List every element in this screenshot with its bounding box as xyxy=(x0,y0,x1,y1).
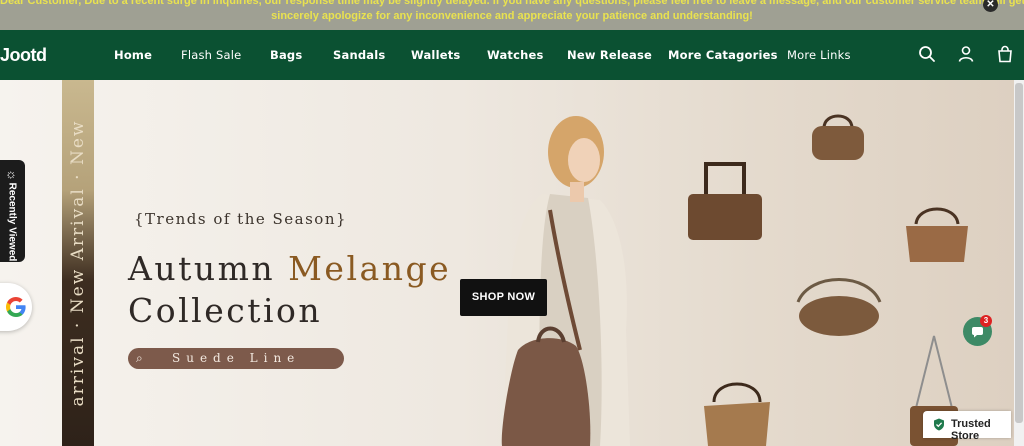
search-icon: ⌕ xyxy=(136,351,149,365)
headline-collection: Collection xyxy=(128,291,323,330)
announcement-line-1: Dear Customer, Due to a recent surge in … xyxy=(0,0,1024,7)
recently-viewed-tab[interactable]: ☼ Recently Viewed xyxy=(0,160,25,262)
chat-icon xyxy=(972,327,983,338)
shop-now-button[interactable]: SHOP NOW xyxy=(460,279,547,316)
nav-wallets[interactable]: Wallets xyxy=(411,48,460,62)
headline-melange: Melange xyxy=(288,249,452,288)
site-logo[interactable]: Jootd xyxy=(0,45,47,66)
headline-autumn: Autumn xyxy=(128,249,289,288)
announcement-bar: Dear Customer, Due to a recent surge in … xyxy=(0,0,1024,30)
bag-image-2 xyxy=(688,162,762,240)
bag-image-3 xyxy=(906,207,968,262)
account-icon[interactable] xyxy=(957,45,975,63)
trusted-store-badge[interactable]: Trusted Store xyxy=(923,411,1011,442)
search-icon[interactable] xyxy=(918,45,936,63)
nav-bags[interactable]: Bags xyxy=(270,48,302,62)
model-image xyxy=(501,116,630,446)
nav-more-links[interactable]: More Links xyxy=(787,48,851,62)
nav-more-categories[interactable]: More Catagories xyxy=(668,48,778,62)
bag-image-6 xyxy=(704,382,770,446)
hero-headline: Autumn Melange Collection xyxy=(128,248,451,332)
nav-sandals[interactable]: Sandals xyxy=(333,48,385,62)
trusted-store-label: Trusted Store xyxy=(951,418,991,442)
hero-banner: arrival · New Arrival · New {Trends of t… xyxy=(0,80,1014,446)
suede-line-label: Suede Line xyxy=(172,351,301,365)
recently-viewed-label: Recently Viewed xyxy=(6,182,18,262)
announcement-line-2: sincerely apologize for any inconvenienc… xyxy=(271,10,753,22)
nav-watches[interactable]: Watches xyxy=(487,48,544,62)
shield-icon xyxy=(934,418,944,431)
cart-icon[interactable] xyxy=(996,45,1014,63)
main-nav: Jootd Home Flash Sale Bags Sandals Walle… xyxy=(0,30,1024,80)
nav-new-release[interactable]: New Release xyxy=(567,48,652,62)
new-arrival-vertical-text: arrival · New Arrival · New xyxy=(68,119,88,407)
google-icon xyxy=(6,297,26,317)
scrollbar-thumb[interactable] xyxy=(1015,83,1023,423)
recently-viewed-icon: ☼ xyxy=(5,166,17,181)
chat-badge: 3 xyxy=(980,315,992,327)
nav-home[interactable]: Home xyxy=(114,48,152,62)
nav-flash-sale[interactable]: Flash Sale xyxy=(181,48,241,62)
bag-image-4 xyxy=(796,278,882,336)
trends-subtitle: {Trends of the Season} xyxy=(134,210,348,228)
bag-image-1 xyxy=(812,114,864,160)
suede-line-pill[interactable]: ⌕ Suede Line xyxy=(128,348,344,369)
